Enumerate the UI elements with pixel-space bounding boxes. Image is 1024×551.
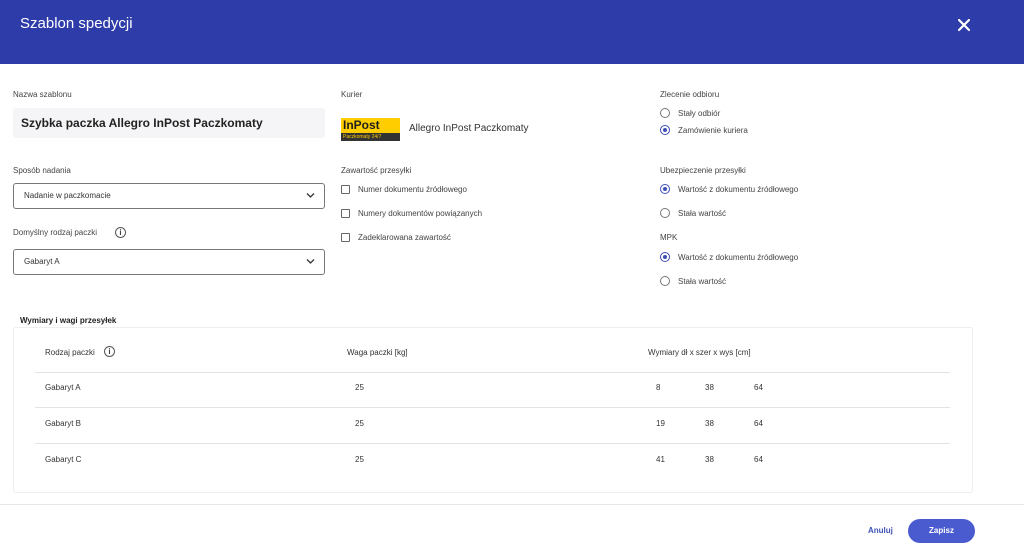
shipping-method-label: Sposób nadania: [13, 166, 71, 175]
checkbox-label: Numer dokumentu źródłowego: [358, 185, 467, 194]
row-divider: [35, 372, 950, 373]
radio-label: Stała wartość: [678, 276, 727, 286]
radio-dot[interactable]: [660, 276, 670, 286]
courier-label: Kurier: [341, 90, 363, 99]
default-package-select[interactable]: Gabaryt A: [13, 249, 325, 275]
default-package-label: Domyślny rodzaj paczki: [13, 228, 98, 237]
table-cell-length[interactable]: 8: [656, 383, 660, 392]
dialog-title: Szablon spedycji: [20, 15, 133, 32]
checkbox-source-document-number[interactable]: Numer dokumentu źródłowego: [341, 185, 467, 194]
template-name-field[interactable]: Szybka paczka Allegro InPost Paczkomaty: [13, 108, 325, 138]
table-cell-length[interactable]: 41: [656, 455, 665, 464]
default-package-value: Gabaryt A: [24, 257, 60, 266]
row-divider: [35, 407, 950, 408]
table-cell-type: Gabaryt B: [45, 419, 82, 428]
radio-label: Wartość z dokumentu źródłowego: [678, 184, 799, 194]
template-name-label: Nazwa szablonu: [13, 90, 72, 99]
shipping-method-value: Nadanie w paczkomacie: [24, 191, 111, 200]
chevron-down-icon: [306, 259, 315, 264]
table-cell-weight[interactable]: 25: [355, 419, 364, 428]
checkbox-box[interactable]: [341, 233, 350, 242]
table-cell-weight[interactable]: 25: [355, 455, 364, 464]
info-icon[interactable]: i: [115, 227, 126, 238]
column-header-dimensions: Wymiary dł x szer x wys [cm]: [648, 348, 751, 357]
footer-divider: [0, 504, 1024, 505]
row-divider: [35, 443, 950, 444]
checkbox-box[interactable]: [341, 209, 350, 218]
radio-courier-order[interactable]: Zamówienie kuriera: [660, 125, 748, 135]
radio-label: Stały odbiór: [678, 108, 721, 118]
radio-mpk-source-value[interactable]: Wartość z dokumentu źródłowego: [660, 252, 798, 262]
column-header-package-type: Rodzaj paczki: [45, 348, 95, 357]
radio-insurance-source-value[interactable]: Wartość z dokumentu źródłowego: [660, 184, 798, 194]
table-cell-type: Gabaryt C: [45, 455, 82, 464]
contents-label: Zawartość przesyłki: [341, 166, 412, 175]
info-icon[interactable]: i: [104, 346, 115, 357]
radio-dot[interactable]: [660, 184, 670, 194]
dimensions-section-title: Wymiary i wagi przesyłek: [20, 316, 117, 325]
checkbox-box[interactable]: [341, 185, 350, 194]
table-cell-type: Gabaryt A: [45, 383, 81, 392]
radio-dot[interactable]: [660, 252, 670, 262]
table-cell-width[interactable]: 38: [705, 419, 714, 428]
dialog-header: Szablon spedycji: [0, 0, 1024, 64]
radio-dot[interactable]: [660, 208, 670, 218]
cancel-button[interactable]: Anuluj: [868, 526, 893, 535]
radio-label: Wartość z dokumentu źródłowego: [678, 252, 799, 262]
save-button[interactable]: Zapisz: [908, 519, 975, 543]
checkbox-label: Zadeklarowana zawartość: [358, 233, 451, 242]
column-header-weight: Waga paczki [kg]: [347, 348, 408, 357]
radio-dot[interactable]: [660, 108, 670, 118]
table-cell-width[interactable]: 38: [705, 383, 714, 392]
table-cell-length[interactable]: 19: [656, 419, 665, 428]
insurance-label: Ubezpieczenie przesyłki: [660, 166, 746, 175]
radio-mpk-fixed-value[interactable]: Stała wartość: [660, 276, 726, 286]
table-cell-weight[interactable]: 25: [355, 383, 364, 392]
inpost-logo: InPost Paczkomaty 24/7: [341, 118, 400, 141]
radio-regular-pickup[interactable]: Stały odbiór: [660, 108, 720, 118]
radio-label: Stała wartość: [678, 208, 727, 218]
table-cell-width[interactable]: 38: [705, 455, 714, 464]
close-icon[interactable]: [953, 14, 975, 36]
dimensions-table: [13, 327, 973, 493]
radio-label: Zamówienie kuriera: [678, 125, 748, 135]
courier-name: Allegro InPost Paczkomaty: [409, 123, 529, 134]
chevron-down-icon: [306, 193, 315, 198]
mpk-label: MPK: [660, 233, 678, 242]
table-cell-height[interactable]: 64: [754, 383, 763, 392]
radio-dot[interactable]: [660, 125, 670, 135]
checkbox-related-document-numbers[interactable]: Numery dokumentów powiązanych: [341, 209, 482, 218]
shipping-method-select[interactable]: Nadanie w paczkomacie: [13, 183, 325, 209]
pickup-order-label: Zlecenie odbioru: [660, 90, 720, 99]
checkbox-label: Numery dokumentów powiązanych: [358, 209, 483, 218]
table-cell-height[interactable]: 64: [754, 419, 763, 428]
radio-insurance-fixed-value[interactable]: Stała wartość: [660, 208, 726, 218]
table-cell-height[interactable]: 64: [754, 455, 763, 464]
checkbox-declared-contents[interactable]: Zadeklarowana zawartość: [341, 233, 451, 242]
